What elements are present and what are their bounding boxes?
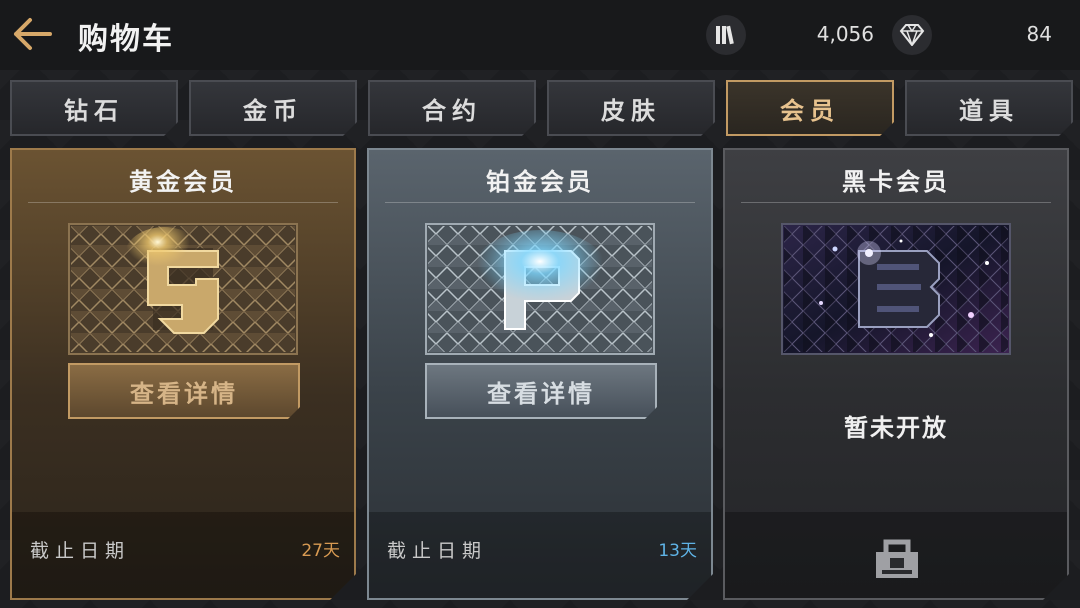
deadline-label: 截止日期 xyxy=(387,540,488,562)
tab-contract[interactable]: 合约 xyxy=(368,80,536,136)
tab-skins[interactable]: 皮肤 xyxy=(547,80,715,136)
black-membership-card: 黑卡会员 暂未开放 xyxy=(723,148,1069,600)
platinum-details-button[interactable]: 查看详情 xyxy=(425,363,657,419)
not-open-status: 暂未开放 xyxy=(844,414,948,442)
gold-membership-card: 黄金会员 查看详情 截止日期 27天 xyxy=(10,148,356,600)
diamond-icon xyxy=(899,24,925,46)
card-title: 黄金会员 xyxy=(129,168,237,196)
lock-icon xyxy=(872,530,922,580)
deadline-label: 截止日期 xyxy=(30,540,131,562)
tab-coins[interactable]: 金币 xyxy=(189,80,357,136)
tab-diamonds[interactable]: 钻石 xyxy=(10,80,178,136)
days-left: 27天 xyxy=(301,541,340,561)
platinum-emblem-icon xyxy=(425,223,655,355)
card-footer: 截止日期 27天 xyxy=(12,512,354,598)
coin-count: 4,056 xyxy=(816,22,874,46)
divider xyxy=(385,202,695,203)
diamond-button[interactable] xyxy=(892,15,932,55)
gold-details-button[interactable]: 查看详情 xyxy=(68,363,300,419)
arrow-left-icon xyxy=(14,18,52,50)
card-title: 黑卡会员 xyxy=(842,168,950,196)
divider xyxy=(28,202,338,203)
divider xyxy=(741,202,1051,203)
gold-emblem-icon xyxy=(68,223,298,355)
page-title: 购物车 xyxy=(78,22,174,57)
days-left: 13天 xyxy=(658,541,697,561)
back-button[interactable] xyxy=(12,16,56,52)
card-title: 铂金会员 xyxy=(486,168,594,196)
library-icon xyxy=(716,25,734,45)
category-tabs: 钻石 金币 合约 皮肤 会员 道具 xyxy=(0,78,1080,138)
tab-items[interactable]: 道具 xyxy=(905,80,1073,136)
black-emblem-icon xyxy=(781,223,1011,355)
top-bar: 购物车 4,056 84 xyxy=(0,0,1080,70)
card-footer xyxy=(725,512,1067,598)
diamond-count: 84 xyxy=(1026,22,1052,46)
card-footer: 截止日期 13天 xyxy=(369,512,711,598)
platinum-membership-card: 铂金会员 查看详情 截止日期 13天 xyxy=(367,148,713,600)
library-button[interactable] xyxy=(706,15,746,55)
tab-membership[interactable]: 会员 xyxy=(726,80,894,136)
